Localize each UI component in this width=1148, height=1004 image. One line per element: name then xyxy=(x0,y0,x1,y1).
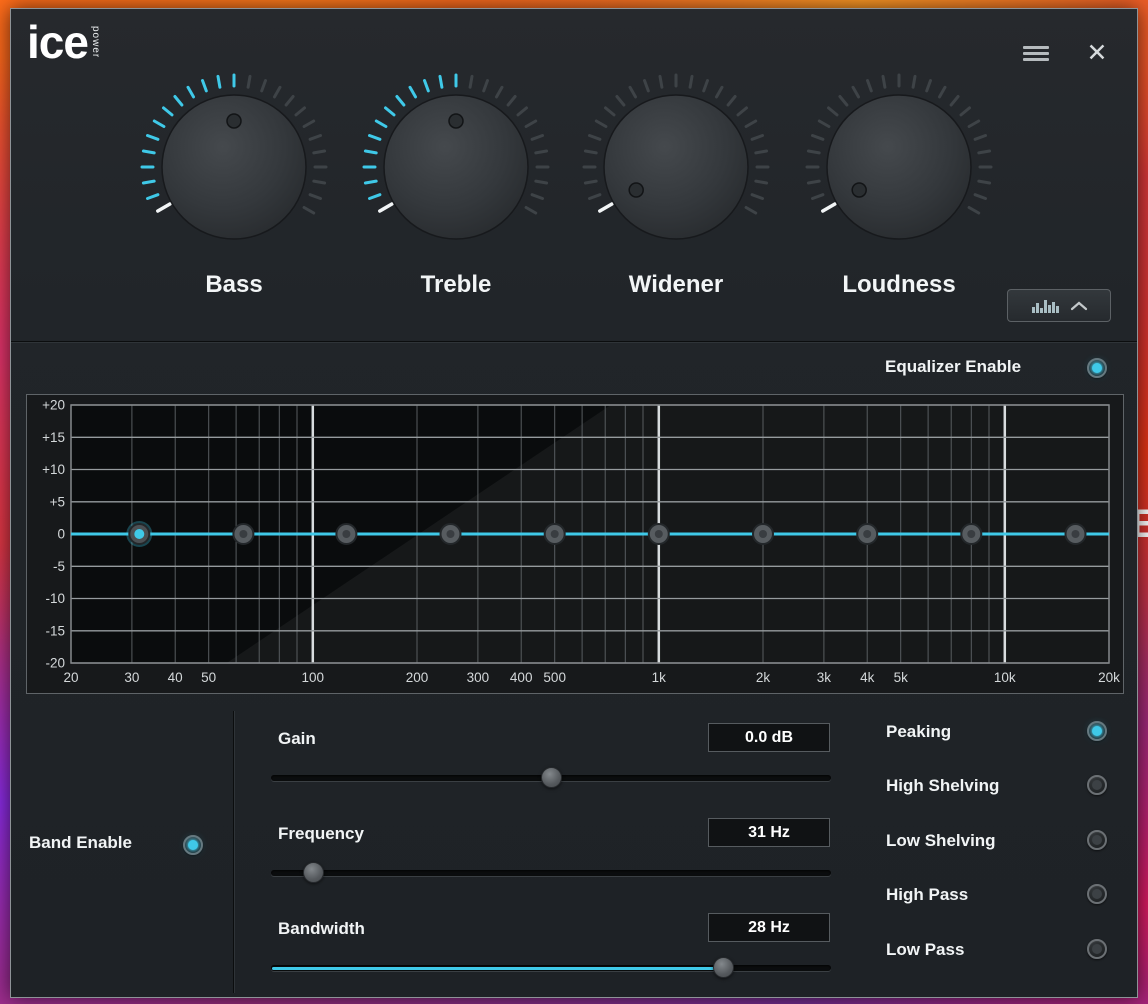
chevron-up-icon xyxy=(1070,301,1088,311)
frequency-label: Frequency xyxy=(278,824,364,843)
filter-type-high-pass-label: High Pass xyxy=(886,885,969,904)
bass-knob-label: Bass xyxy=(205,271,263,298)
svg-text:30: 30 xyxy=(124,670,139,685)
bandwidth-slider[interactable] xyxy=(271,957,831,978)
svg-text:200: 200 xyxy=(406,670,429,685)
svg-text:+5: +5 xyxy=(50,494,65,509)
svg-text:400: 400 xyxy=(510,670,533,685)
svg-text:-20: -20 xyxy=(45,656,65,671)
svg-text:10k: 10k xyxy=(994,670,1016,685)
filter-type-peaking-label: Peaking xyxy=(886,722,952,741)
widener-knob[interactable] xyxy=(581,72,771,262)
equalizer-enable-led[interactable] xyxy=(1087,358,1107,378)
filter-high-shelving-led[interactable] xyxy=(1087,775,1107,795)
equalizer-bars-icon xyxy=(1031,298,1061,314)
section-divider xyxy=(11,341,1137,343)
loudness-knob-label: Loudness xyxy=(842,271,956,298)
led-dot xyxy=(1092,780,1102,790)
filter-low-pass-led[interactable] xyxy=(1087,939,1107,959)
icepower-logo: ice power xyxy=(27,19,101,65)
svg-text:5k: 5k xyxy=(894,670,909,685)
treble-knob-label: Treble xyxy=(420,271,492,298)
eq-panel-toggle-button[interactable] xyxy=(1007,289,1111,322)
svg-text:4k: 4k xyxy=(860,670,875,685)
filter-peaking-led[interactable] xyxy=(1087,721,1107,741)
svg-text:500: 500 xyxy=(543,670,566,685)
led-dot xyxy=(1092,726,1102,736)
frequency-slider-thumb[interactable] xyxy=(303,862,324,883)
led-dot xyxy=(1092,944,1102,954)
bass-knob[interactable] xyxy=(139,72,329,262)
close-icon[interactable]: ✕ xyxy=(1083,39,1111,67)
gain-value-box[interactable]: 0.0 dB xyxy=(708,723,830,752)
gain-slider[interactable] xyxy=(271,767,831,788)
led-dot xyxy=(1092,835,1102,845)
frequency-value-box[interactable]: 31 Hz xyxy=(708,818,830,847)
svg-text:300: 300 xyxy=(467,670,490,685)
filter-type-low-pass-label: Low Pass xyxy=(886,940,965,959)
equalizer-enable-label: Equalizer Enable xyxy=(885,357,1022,376)
treble-knob[interactable] xyxy=(361,72,551,262)
vertical-divider xyxy=(233,711,235,993)
band-enable-label: Band Enable xyxy=(29,833,132,852)
led-dot xyxy=(1092,889,1102,899)
svg-text:-5: -5 xyxy=(53,559,65,574)
led-dot xyxy=(188,840,198,850)
svg-text:3k: 3k xyxy=(817,670,832,685)
filter-high-pass-led[interactable] xyxy=(1087,884,1107,904)
logo-text: ice xyxy=(27,16,89,68)
svg-text:+20: +20 xyxy=(42,398,65,413)
svg-text:+15: +15 xyxy=(42,430,65,445)
app-window: ice power ✕ Bass Treble Widener Loudness… xyxy=(10,8,1138,998)
svg-text:20: 20 xyxy=(63,670,78,685)
hamburger-bar xyxy=(1023,46,1049,49)
svg-text:-15: -15 xyxy=(45,623,65,638)
hamburger-bar xyxy=(1023,52,1049,55)
svg-text:50: 50 xyxy=(201,670,216,685)
hamburger-bar xyxy=(1023,58,1049,61)
svg-text:20k: 20k xyxy=(1098,670,1120,685)
logo-subtext: power xyxy=(89,26,101,59)
hamburger-menu-icon[interactable] xyxy=(1023,46,1049,62)
band-enable-led[interactable] xyxy=(183,835,203,855)
svg-text:40: 40 xyxy=(168,670,183,685)
bandwidth-label: Bandwidth xyxy=(278,919,365,938)
frequency-slider[interactable] xyxy=(271,862,831,883)
bandwidth-value-box[interactable]: 28 Hz xyxy=(708,913,830,942)
filter-type-low-shelving-label: Low Shelving xyxy=(886,831,996,850)
svg-text:100: 100 xyxy=(302,670,325,685)
widener-knob-label: Widener xyxy=(628,271,724,298)
slider-fill xyxy=(272,966,724,970)
svg-text:1k: 1k xyxy=(652,670,667,685)
loudness-knob[interactable] xyxy=(804,72,994,262)
led-dot xyxy=(1092,363,1102,373)
svg-text:0: 0 xyxy=(57,527,65,542)
svg-text:-10: -10 xyxy=(45,591,65,606)
gain-label: Gain xyxy=(278,729,316,748)
filter-type-high-shelving-label: High Shelving xyxy=(886,776,1000,795)
svg-text:2k: 2k xyxy=(756,670,771,685)
bandwidth-slider-thumb[interactable] xyxy=(713,957,734,978)
svg-text:+10: +10 xyxy=(42,462,65,477)
gain-slider-thumb[interactable] xyxy=(541,767,562,788)
filter-low-shelving-led[interactable] xyxy=(1087,830,1107,850)
eq-graph[interactable]: +20 +15 +10 +5 0 -5 -10 -15 -20 20 30 40 50 100 200 300… xyxy=(26,394,1124,694)
slider-track xyxy=(271,870,831,876)
